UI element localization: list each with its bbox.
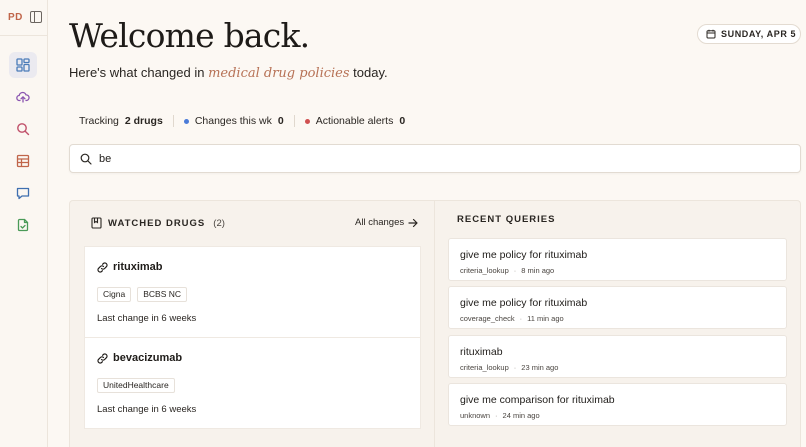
- query-text: rituximab: [460, 346, 503, 358]
- stat-divider: [172, 115, 174, 127]
- stat-changes: Changes this wk 0: [183, 115, 284, 127]
- dashboard-icon: [16, 58, 30, 72]
- date-badge: SUNDAY, APR 5: [697, 24, 801, 44]
- query-time: 24 min ago: [502, 411, 540, 420]
- query-text: give me policy for rituximab: [460, 297, 588, 309]
- stat-alerts: Actionable alerts 0: [304, 115, 406, 127]
- search-icon: [80, 153, 92, 165]
- cloud-upload-icon: [16, 91, 30, 103]
- query-card[interactable]: rituximab criteria_lookup · 23 min ago: [448, 335, 787, 378]
- query-time: 8 min ago: [521, 266, 555, 275]
- payer-tag: Cigna: [97, 287, 132, 302]
- query-text: give me policy for rituximab: [460, 249, 588, 261]
- drug-card[interactable]: rituximab Cigna BCBS NC Last change in 6…: [84, 246, 421, 338]
- brand: PD: [8, 9, 42, 25]
- sidebar-divider: [0, 35, 48, 36]
- query-type: coverage_check: [460, 314, 515, 323]
- drug-name: rituximab: [97, 261, 163, 273]
- subtitle-accent: medical drug policies: [208, 66, 350, 81]
- query-time: 11 min ago: [527, 314, 564, 323]
- file-check-icon: [17, 218, 29, 232]
- page-title: Welcome back.: [69, 16, 310, 55]
- sidebar: PD: [0, 0, 48, 447]
- search-icon: [17, 123, 30, 136]
- search-bar[interactable]: [69, 144, 801, 173]
- brand-logo: PD: [8, 11, 23, 23]
- stat-tracking: Tracking 2 drugs: [79, 115, 163, 127]
- search-input[interactable]: [99, 152, 699, 165]
- nav-upload[interactable]: [9, 84, 37, 110]
- stats-row: Tracking 2 drugs Changes this wk 0 Actio…: [79, 114, 405, 128]
- drug-name: bevacizumab: [97, 352, 182, 364]
- bookmark-list-icon: [91, 217, 102, 229]
- arrow-right-icon: [408, 218, 418, 227]
- query-meta: criteria_lookup · 23 min ago: [460, 363, 559, 372]
- query-card[interactable]: give me comparison for rituximab unknown…: [448, 383, 787, 426]
- nav-table[interactable]: [9, 148, 37, 174]
- sidebar-collapse-icon[interactable]: [30, 11, 42, 23]
- watched-drugs-count: (2): [213, 217, 225, 229]
- last-change-text: Last change in 6 weeks: [97, 313, 197, 324]
- date-text: SUNDAY, APR 5: [721, 29, 797, 39]
- chat-icon: [16, 187, 30, 200]
- nav-chat[interactable]: [9, 180, 37, 206]
- query-card[interactable]: give me policy for rituximab coverage_ch…: [448, 286, 787, 329]
- watched-drugs-title: WATCHED DRUGS: [108, 217, 206, 229]
- query-card[interactable]: give me policy for rituximab criteria_lo…: [448, 238, 787, 281]
- query-meta: unknown · 24 min ago: [460, 411, 540, 420]
- changes-dot: [183, 118, 189, 124]
- query-type: unknown: [460, 411, 491, 420]
- stat-alerts-value: 0: [399, 115, 406, 127]
- query-meta: coverage_check · 11 min ago: [460, 314, 564, 323]
- link-icon: [97, 261, 108, 273]
- query-text: give me comparison for rituximab: [460, 394, 615, 406]
- query-type: criteria_lookup: [460, 363, 509, 372]
- panel-divider: [434, 201, 435, 447]
- last-change-text: Last change in 6 weeks: [97, 404, 197, 415]
- query-meta: criteria_lookup · 8 min ago: [460, 266, 555, 275]
- watched-drugs-header: WATCHED DRUGS (2): [91, 217, 225, 229]
- stat-divider: [293, 115, 295, 127]
- drug-card[interactable]: bevacizumab UnitedHealthcare Last change…: [84, 337, 421, 429]
- stat-tracking-value: 2 drugs: [124, 115, 163, 127]
- query-type: criteria_lookup: [460, 266, 509, 275]
- link-icon: [97, 352, 108, 364]
- page-subtitle: Here's what changed in medical drug poli…: [69, 65, 388, 81]
- payer-tag: BCBS NC: [137, 287, 188, 302]
- nav-file-check[interactable]: [9, 212, 37, 238]
- payer-tags: Cigna BCBS NC: [97, 287, 188, 302]
- nav-search[interactable]: [9, 116, 37, 142]
- table-icon: [16, 154, 30, 168]
- stat-changes-value: 0: [277, 115, 284, 127]
- payer-tags: UnitedHealthcare: [97, 378, 175, 393]
- payer-tag: UnitedHealthcare: [97, 378, 175, 393]
- recent-queries-title: RECENT QUERIES: [457, 214, 556, 225]
- query-time: 23 min ago: [521, 363, 559, 372]
- alerts-dot: [304, 118, 310, 124]
- calendar-icon: [706, 29, 716, 39]
- nav-dashboard[interactable]: [9, 52, 37, 78]
- all-changes-link[interactable]: All changes: [355, 217, 418, 228]
